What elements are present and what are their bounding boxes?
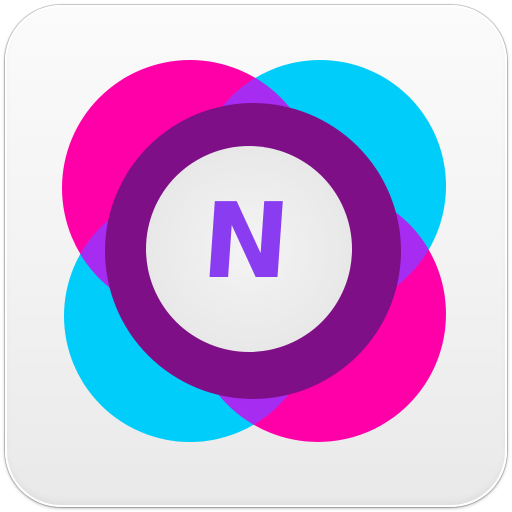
app-icon[interactable]: N — [0, 0, 512, 512]
logo-letter-n: N — [198, 180, 294, 302]
